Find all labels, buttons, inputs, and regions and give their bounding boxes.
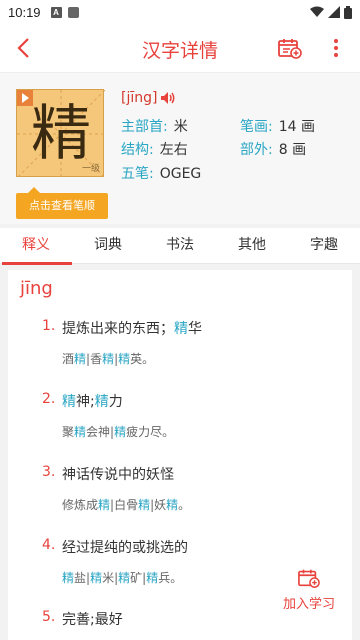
outer-strokes-info: 部外: 8 画	[240, 139, 306, 159]
highlight-char: 精	[118, 352, 131, 366]
text-segment: 提炼出来的东西；	[62, 321, 174, 337]
text-segment: 经过提纯的或挑选的	[62, 540, 188, 556]
highlight-char: 精	[166, 498, 179, 512]
highlight-char: 精	[146, 571, 159, 585]
active-tab-indicator	[2, 262, 72, 265]
wubi-value: OGEG	[159, 166, 202, 182]
outer-strokes-value: 8 画	[278, 142, 307, 158]
strokes-info: 笔画: 14 画	[240, 116, 315, 136]
text-segment: 会神|	[86, 425, 115, 439]
text-segment: 。	[178, 498, 191, 512]
text-segment: 神;	[76, 394, 95, 410]
definition-text: 提炼出来的东西；精华	[62, 318, 202, 338]
notification-square-icon	[67, 6, 79, 18]
text-segment: |白骨	[110, 498, 139, 512]
highlight-char: 精	[62, 571, 75, 585]
tab-definition[interactable]: 释义	[0, 228, 72, 264]
text-segment: 力	[108, 394, 123, 410]
text-segment: |妖	[150, 498, 167, 512]
definition-pinyin: jīng	[20, 278, 53, 299]
highlight-char: 精	[138, 498, 151, 512]
text-segment: 神话传说中的妖怪	[62, 467, 174, 483]
stroke-order-button[interactable]: 点击查看笔顺	[16, 187, 108, 219]
text-segment: 修炼成	[62, 498, 99, 512]
app-bar: 汉字详情	[0, 24, 360, 72]
text-segment: 华	[188, 321, 202, 337]
page-title: 汉字详情	[141, 40, 218, 62]
tab-other[interactable]: 其他	[216, 228, 288, 264]
text-segment: |香	[86, 352, 103, 366]
highlight-char: 精	[74, 425, 87, 439]
status-time: 10:19	[8, 4, 41, 20]
text-segment: 酒	[62, 352, 75, 366]
character-card: 精 一级 点击查看笔顺 [jīng] 主部首: 米 笔画: 14 画 结构: 左右 部…	[0, 72, 360, 224]
status-bar: 10:19 A	[0, 0, 360, 24]
battery-icon	[344, 5, 352, 19]
highlight-char: 精	[90, 571, 103, 585]
definition-number: 3.	[42, 464, 56, 480]
add-to-study-label: 加入学习	[282, 597, 335, 612]
text-segment: 完善;最好	[62, 612, 123, 628]
wifi-icon	[310, 6, 324, 17]
character-grid-box[interactable]: 精 一级	[16, 89, 105, 178]
wubi-label: 五笔:	[121, 166, 154, 182]
more-vertical-icon[interactable]	[326, 36, 346, 60]
definition-text: 神话传说中的妖怪	[62, 464, 174, 484]
definition-text: 精神;精力	[62, 391, 123, 411]
highlight-char: 精	[174, 321, 188, 337]
radical-info: 主部首: 米	[121, 116, 188, 136]
signal-icon	[328, 6, 340, 18]
structure-info: 结构: 左右	[121, 139, 188, 159]
definition-number: 4.	[42, 537, 56, 553]
tab-bar: 释义 词典 书法 其他 字趣	[0, 228, 360, 264]
strokes-label: 笔画:	[240, 119, 273, 135]
add-to-study-button[interactable]: 加入学习	[274, 565, 344, 617]
pinyin-label: [jīng]	[121, 90, 158, 106]
wubi-info: 五笔: OGEG	[121, 163, 201, 183]
highlight-char: 精	[98, 498, 111, 512]
speaker-icon[interactable]	[159, 89, 177, 107]
back-arrow-icon[interactable]	[12, 36, 36, 60]
radical-value: 米	[173, 119, 188, 135]
tab-fun-facts[interactable]: 字趣	[288, 228, 360, 264]
text-segment: 兵。	[158, 571, 183, 585]
definition-number: 5.	[42, 609, 56, 625]
play-icon[interactable]	[17, 90, 33, 106]
definition-number: 1.	[42, 318, 56, 334]
text-segment: 疲力尽。	[126, 425, 175, 439]
level-label: 一级	[81, 164, 100, 174]
text-segment: 盐|	[74, 571, 91, 585]
definition-example: 精盐|精米|精矿|精兵。	[62, 569, 182, 586]
strokes-value: 14 画	[278, 119, 315, 135]
calendar-add-icon	[298, 569, 320, 588]
calendar-add-icon[interactable]	[277, 36, 303, 60]
definition-text: 经过提纯的或挑选的	[62, 537, 188, 557]
highlight-char: 精	[94, 394, 109, 410]
text-segment: 英。	[130, 352, 155, 366]
text-segment: 聚	[62, 425, 75, 439]
radical-label: 主部首:	[121, 119, 168, 135]
definition-example: 聚精会神|精疲力尽。	[62, 423, 174, 440]
structure-value: 左右	[159, 142, 188, 158]
text-segment: 矿|	[130, 571, 147, 585]
definition-example: 酒精|香精|精英。	[62, 350, 154, 367]
notification-a-icon: A	[50, 6, 62, 18]
highlight-char: 精	[74, 352, 87, 366]
tab-dictionary[interactable]: 词典	[72, 228, 144, 264]
text-segment: 米|	[102, 571, 119, 585]
highlight-char: 精	[118, 571, 131, 585]
outer-strokes-label: 部外:	[240, 142, 273, 158]
structure-label: 结构:	[121, 142, 154, 158]
highlight-char: 精	[114, 425, 127, 439]
definition-example: 修炼成精|白骨精|妖精。	[62, 496, 190, 513]
highlight-char: 精	[62, 394, 76, 410]
definition-text: 完善;最好	[62, 609, 123, 629]
highlight-char: 精	[102, 352, 115, 366]
definition-number: 2.	[42, 391, 56, 407]
tab-calligraphy[interactable]: 书法	[144, 228, 216, 264]
